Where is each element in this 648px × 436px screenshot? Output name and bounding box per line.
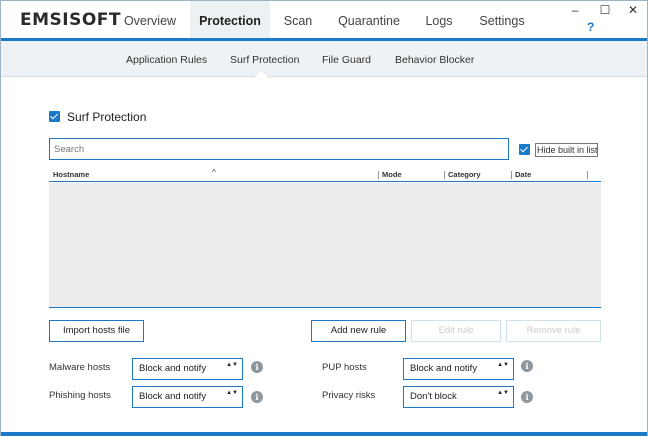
table-body[interactable] [49,183,601,308]
tab-quarantine[interactable]: Quarantine [334,1,404,39]
malware-hosts-select[interactable]: Block and notify ▲▼ [132,358,243,380]
edit-rule-button[interactable]: Edit rule [411,320,501,342]
info-icon[interactable]: i [251,361,263,373]
column-separator[interactable] [587,171,588,179]
app-logo: EMSISOFT [20,10,122,30]
privacy-risks-select[interactable]: Don't block ▲▼ [403,386,514,408]
table-header: Hostname ^ Mode Category Date [49,168,601,182]
surf-protection-label: Surf Protection [67,110,147,124]
tab-logs[interactable]: Logs [418,1,460,39]
pup-hosts-select[interactable]: Block and notify ▲▼ [403,358,514,380]
select-arrows-icon: ▲▼ [497,362,509,368]
top-bar: EMSISOFT Overview Protection Scan Quaran… [1,1,647,39]
import-hosts-button[interactable]: Import hosts file [49,320,144,342]
subtab-application-rules[interactable]: Application Rules [126,54,207,66]
column-date[interactable]: Date [515,170,531,179]
column-mode[interactable]: Mode [382,170,402,179]
column-separator[interactable] [444,171,445,179]
tab-settings[interactable]: Settings [474,1,530,39]
maximize-icon[interactable]: ☐ [597,3,613,17]
column-hostname[interactable]: Hostname [53,170,89,179]
active-subtab-pointer [253,70,269,78]
help-icon[interactable]: ? [587,20,594,34]
phishing-hosts-label: Phishing hosts [49,390,111,401]
column-category[interactable]: Category [448,170,481,179]
tab-scan[interactable]: Scan [277,1,319,39]
pup-hosts-value: Block and notify [410,363,478,374]
malware-hosts-label: Malware hosts [49,362,111,373]
privacy-risks-label: Privacy risks [322,390,376,401]
select-arrows-icon: ▲▼ [226,362,238,368]
subtab-behavior-blocker[interactable]: Behavior Blocker [395,54,474,66]
hosts-table: Hostname ^ Mode Category Date [49,168,601,308]
tab-overview[interactable]: Overview [114,1,186,39]
add-rule-button[interactable]: Add new rule [311,320,406,342]
subtab-surf-protection[interactable]: Surf Protection [230,54,299,66]
subtab-file-guard[interactable]: File Guard [322,54,371,66]
surf-protection-checkbox[interactable] [49,111,60,122]
footer-accent-bar [1,432,647,436]
tab-protection[interactable]: Protection [190,1,270,39]
column-separator[interactable] [511,171,512,179]
sort-ascending-icon: ^ [212,168,216,177]
sub-navigation: Application Rules Surf Protection File G… [1,41,647,77]
app-window: EMSISOFT Overview Protection Scan Quaran… [0,0,648,436]
column-separator[interactable] [378,171,379,179]
info-icon[interactable]: i [251,391,263,403]
hide-builtin-label[interactable]: Hide built in list [535,143,598,157]
pup-hosts-label: PUP hosts [322,362,367,373]
select-arrows-icon: ▲▼ [497,390,509,396]
info-icon[interactable]: i [521,391,533,403]
select-arrows-icon: ▲▼ [226,390,238,396]
close-icon[interactable]: ✕ [625,3,641,17]
search-input[interactable] [49,138,509,160]
privacy-risks-value: Don't block [410,391,457,402]
minimize-icon[interactable]: – [567,3,583,17]
phishing-hosts-value: Block and notify [139,391,207,402]
hide-builtin-checkbox[interactable] [519,144,530,155]
remove-rule-button[interactable]: Remove rule [506,320,601,342]
phishing-hosts-select[interactable]: Block and notify ▲▼ [132,386,243,408]
info-icon[interactable]: i [521,360,533,372]
malware-hosts-value: Block and notify [139,363,207,374]
